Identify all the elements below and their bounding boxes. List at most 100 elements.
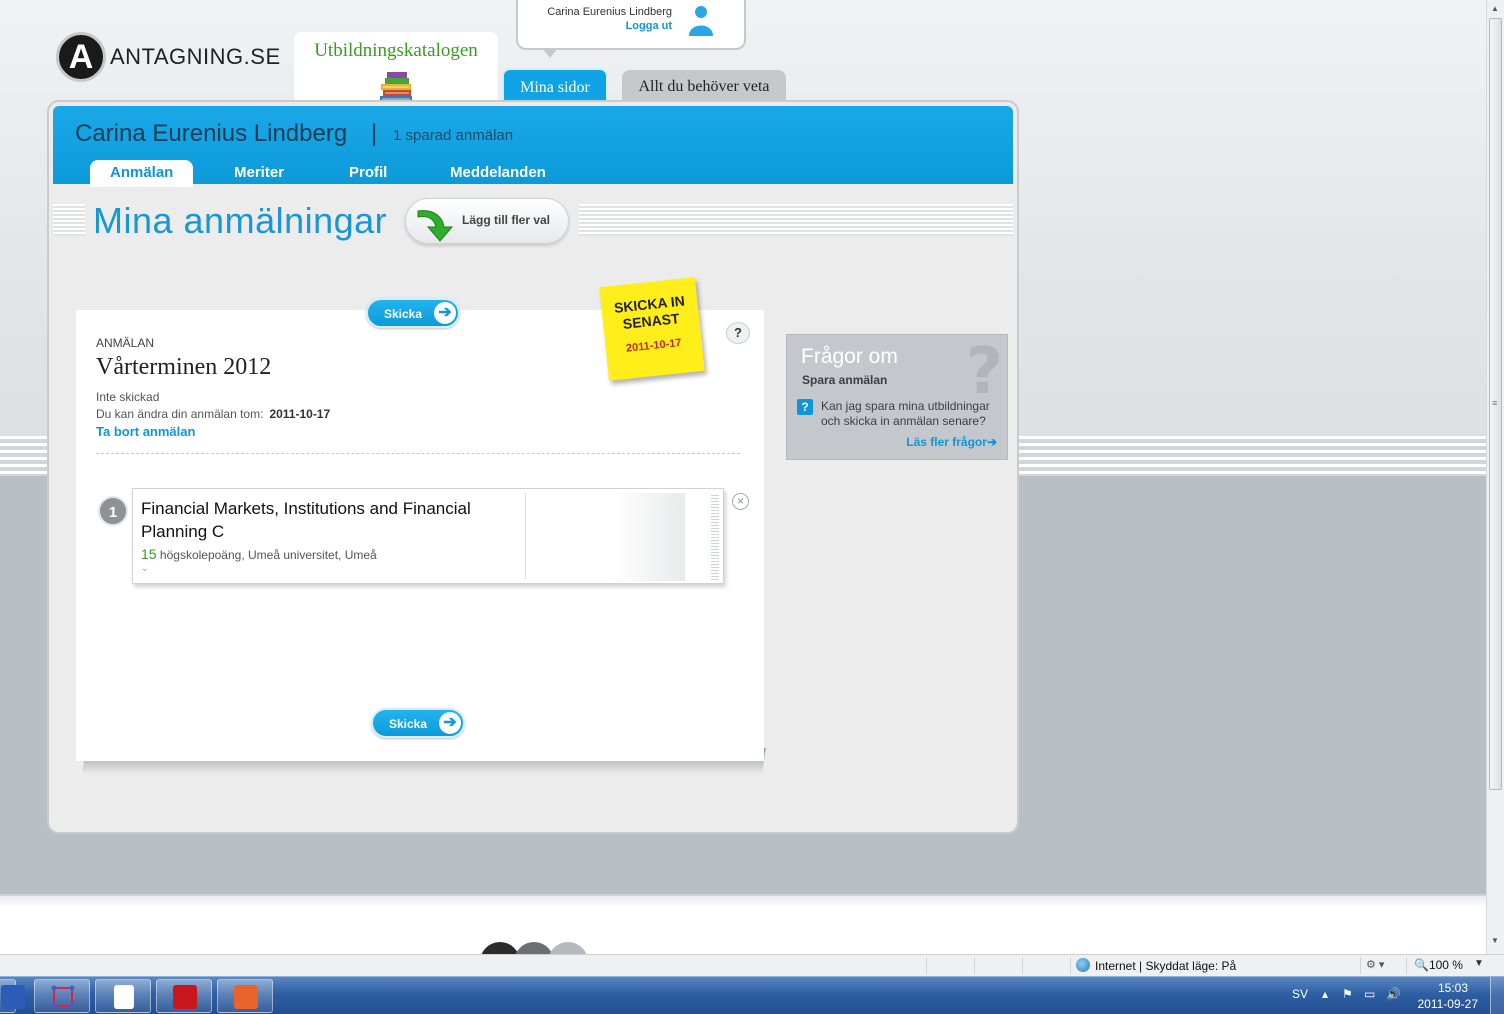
arrow-right-icon: ➔ (986, 435, 997, 449)
course-divider (525, 493, 526, 579)
faq-question-link[interactable]: Kan jag spara mina utbildningar och skic… (821, 399, 1005, 429)
language-indicator[interactable]: SV (1292, 987, 1308, 1001)
vertical-scrollbar[interactable]: ▲ ≡ ▼ (1486, 0, 1504, 954)
change-deadline: Du kan ändra din anmälan tom: 2011-10-17 (96, 407, 330, 421)
status-segment (1406, 957, 1407, 974)
sticky-text: SKICKA IN SENAST (601, 291, 700, 335)
books-icon (380, 72, 412, 102)
title-lines-right (579, 204, 1013, 236)
change-deadline-date: 2011-10-17 (269, 407, 331, 421)
more-questions-link[interactable]: Läs fler frågor➔ (906, 435, 997, 449)
user-panel: Carina Eurenius Lindberg Logga ut (516, 0, 746, 58)
bubble-tail (542, 48, 558, 58)
sticky-date: 2011-10-17 (625, 337, 683, 355)
course-details: högskolepoäng, Umeå universitet, Umeå (159, 548, 377, 562)
scroll-down-icon[interactable]: ▼ (1491, 936, 1499, 945)
status-segment (1070, 957, 1071, 974)
send-label: Skicka (384, 307, 423, 321)
network-icon[interactable]: ▭ (1364, 987, 1375, 1001)
course-points: 15 (141, 546, 157, 562)
security-zone[interactable]: Internet | Skyddat läge: På (1095, 959, 1236, 973)
faq-box: ? Frågor om Spara anmälan ? Kan jag spar… (786, 334, 1008, 460)
powerpoint-icon (234, 985, 258, 1009)
title-strip: Mina anmälningar Lägg till fler val (53, 184, 1013, 254)
send-label: Skicka (389, 717, 428, 731)
card-divider (96, 453, 740, 454)
user-icon (689, 6, 713, 36)
taskbar-powerpoint[interactable] (217, 979, 273, 1013)
clock-date[interactable]: 2011-09-27 (1418, 997, 1479, 1011)
page-title: Mina anmälningar (93, 200, 388, 241)
saved-count: 1 sparad anmälan (393, 127, 514, 144)
browser-status-bar: Internet | Skyddat läge: På ⚙ ▾ 🔍100 % ▼ (0, 954, 1504, 976)
globe-icon (1076, 958, 1090, 972)
tab-meriter[interactable]: Meriter (234, 164, 284, 181)
remove-application-link[interactable]: Ta bort anmälan (96, 424, 195, 439)
taskbar-app[interactable] (34, 979, 90, 1013)
add-more-choices-button[interactable]: Lägg till fler val (405, 198, 569, 244)
deadline-sticky-note: SKICKA IN SENAST 2011-10-17 (599, 277, 705, 381)
windows-taskbar: SV ▴ ⚑ ▭ 🔊 15:03 2011-09-27 (0, 976, 1504, 1014)
send-button-bottom[interactable]: Skicka ➔ (371, 708, 465, 738)
network-app-icon (51, 985, 75, 1009)
status-segment (1022, 957, 1023, 974)
tray-chevron-icon[interactable]: ▴ (1322, 987, 1328, 1001)
choice-number-badge: 1 (98, 496, 128, 526)
document-icon (114, 985, 134, 1009)
title-lines-left (53, 204, 85, 236)
clock-time[interactable]: 15:03 (1438, 981, 1468, 995)
course-choice-item[interactable]: Financial Markets, Institutions and Fina… (132, 488, 724, 584)
zoom-icon: 🔍 (1414, 958, 1429, 972)
header-user-name: Carina Eurenius Lindberg (75, 120, 348, 147)
tab-profil[interactable]: Profil (349, 164, 387, 181)
course-meta: 15 högskolepoäng, Umeå universitet, Umeå (141, 546, 377, 562)
course-name[interactable]: Financial Markets, Institutions and Fina… (141, 497, 521, 543)
status-segment (926, 957, 927, 974)
application-status: Inte skickad (96, 390, 160, 404)
faq-subtitle: Spara anmälan (802, 373, 888, 387)
header-separator: | (371, 120, 378, 147)
logo-text: ANTAGNING.SE (110, 44, 281, 69)
taskbar-word[interactable] (0, 979, 25, 1013)
footer-decoration (480, 942, 590, 954)
send-button-top[interactable]: Skicka ➔ (366, 298, 460, 328)
scroll-up-icon[interactable]: ▲ (1491, 4, 1499, 13)
antagning-logo[interactable]: A ANTAGNING.SE (56, 32, 281, 82)
status-segment (974, 957, 975, 974)
sub-navigation: Anmälan Meriter Profil Meddelanden (53, 158, 1013, 187)
acrobat-icon (173, 985, 197, 1009)
tab-meddelanden[interactable]: Meddelanden (450, 164, 546, 181)
profile-header: Carina Eurenius Lindberg | 1 sparad anmä… (53, 106, 1013, 187)
more-questions-label: Läs fler frågor (906, 435, 987, 449)
taskbar-document[interactable] (95, 979, 151, 1013)
change-deadline-label: Du kan ändra din anmälan tom: (96, 407, 264, 421)
expand-chevron-icon[interactable]: ⌄ (141, 563, 149, 574)
tab-utbildningskatalogen[interactable]: Utbildningskatalogen (294, 32, 498, 106)
zoom-level[interactable]: 🔍100 % (1414, 958, 1463, 972)
application-card: Skicka ➔ ? ANMÄLAN Vårterminen 2012 Inte… (76, 298, 764, 761)
scroll-grip-icon: ≡ (1492, 398, 1498, 408)
faq-title: Frågor om (801, 345, 898, 368)
logout-link[interactable]: Logga ut (626, 20, 672, 32)
show-desktop-button[interactable] (1490, 977, 1504, 1014)
tab-anmalan[interactable]: Anmälan (90, 160, 194, 187)
arrow-right-icon: ➔ (434, 302, 456, 324)
zoom-value: 100 % (1428, 958, 1463, 972)
green-arrow-icon (417, 210, 454, 242)
protected-mode-icon[interactable]: ⚙ ▾ (1366, 958, 1384, 971)
drag-handle[interactable] (711, 493, 719, 581)
system-tray: SV ▴ ⚑ ▭ 🔊 15:03 2011-09-27 (1254, 977, 1504, 1014)
remove-course-icon[interactable]: × (732, 493, 749, 510)
arrow-right-icon: ➔ (439, 712, 461, 734)
status-segment (1360, 957, 1361, 974)
application-term: Vårterminen 2012 (96, 354, 272, 380)
user-name: Carina Eurenius Lindberg (547, 6, 672, 18)
logo-mark: A (56, 32, 106, 82)
action-center-flag-icon[interactable]: ⚑ (1342, 987, 1353, 1001)
zoom-dropdown-icon[interactable]: ▼ (1474, 958, 1484, 969)
tab-katalog-label: Utbildningskatalogen (314, 40, 478, 61)
taskbar-acrobat[interactable] (156, 979, 212, 1013)
application-kicker: ANMÄLAN (96, 336, 155, 350)
volume-icon[interactable]: 🔊 (1386, 987, 1401, 1001)
help-icon[interactable]: ? (726, 322, 750, 344)
